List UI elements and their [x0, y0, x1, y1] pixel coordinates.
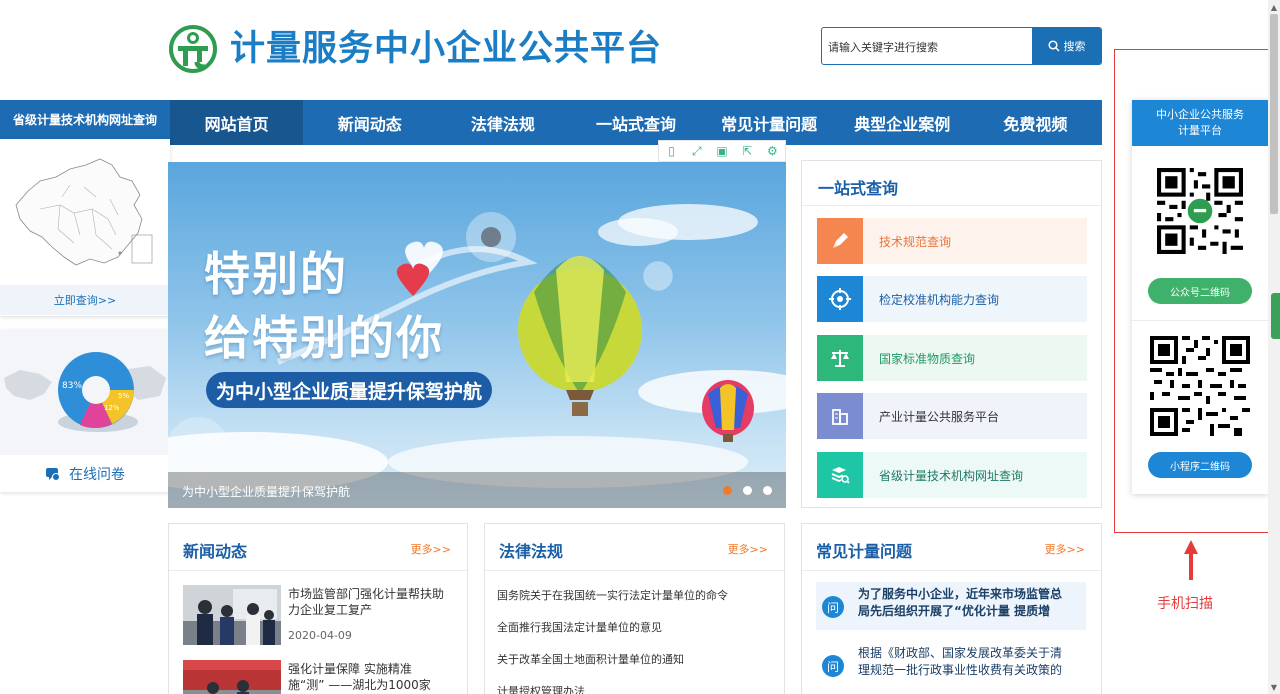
faq-box: 常见计量问题 更多>> 问 为了服务中小企业，近年来市场监管总局先后组织开展了“…: [801, 523, 1102, 694]
query-item-label: 国家标准物质查询: [879, 351, 976, 366]
survey-link-label: 在线问卷: [69, 466, 125, 483]
left-panel-title: 省级计量技术机构网址查询: [0, 100, 170, 139]
survey-link[interactable]: 在线问卷: [0, 455, 170, 492]
share-icon[interactable]: ⇱: [735, 141, 760, 161]
scrollbar-thumb[interactable]: [1270, 14, 1278, 214]
miniprogram-qr-button[interactable]: 小程序二维码: [1148, 452, 1252, 478]
search-icon: [1047, 40, 1060, 52]
main-nav: 网站首页 新闻动态 法律法规 一站式查询 常见计量问题 典型企业案例 免费视频: [170, 100, 1102, 145]
law-item[interactable]: 计量授权管理办法: [497, 683, 585, 694]
news-thumbnail[interactable]: [183, 660, 281, 694]
chat-icon: [46, 467, 60, 481]
query-item-label: 技术规范查询: [879, 234, 952, 249]
news-item-date: 2020-04-09: [288, 629, 352, 642]
qr-title-line2: 计量平台: [1178, 124, 1222, 137]
carousel-dot-3[interactable]: [763, 486, 772, 495]
news-thumbnail[interactable]: [183, 585, 281, 645]
news-box: 新闻动态 更多>> 市场监管部门强化计量帮扶助力企业复工复产 2020-04-0…: [168, 523, 468, 694]
banner-carousel[interactable]: 特别的 给特别的你 为中小型企业质量提升保驾护航 为中小型企业质量提升保驾护航: [168, 162, 786, 508]
miniprogram-qr-code-image: [1150, 336, 1250, 436]
faq-more-link[interactable]: 更多>>: [1045, 541, 1085, 557]
one-stop-query-panel: 一站式查询 技术规范查询 检定校准机构能力查询 国家标准物质查询 产业计量公共服…: [801, 160, 1102, 508]
qr-code-panel: 中小企业公共服务 计量平台 公众号二维码 小程序二维码: [1132, 100, 1268, 494]
side-feedback-tab[interactable]: [1271, 293, 1280, 339]
wechat-qr-button[interactable]: 公众号二维码: [1148, 278, 1252, 304]
news-box-title: 新闻动态: [183, 542, 248, 561]
question-badge-icon: 问: [822, 596, 844, 618]
banner-slogan: 为中小型企业质量提升保驾护航: [206, 372, 492, 408]
query-item-reference-materials[interactable]: 国家标准物质查询: [817, 335, 1087, 381]
search-button-label: 搜索: [1063, 40, 1086, 53]
laws-box: 法律法规 更多>> 国务院关于在我国统一实行法定计量单位的命令 全面推行我国法定…: [484, 523, 785, 694]
search-box: 搜索: [821, 27, 1102, 65]
tablet-icon[interactable]: ▯: [659, 141, 684, 161]
save-icon[interactable]: ▣: [709, 141, 734, 161]
scan-label: 手机扫描: [1157, 596, 1213, 612]
svg-text:83%: 83%: [62, 381, 82, 391]
fullscreen-icon[interactable]: ⤢: [684, 141, 709, 161]
question-badge-icon: 问: [822, 655, 844, 677]
scroll-up-arrow-icon[interactable]: ▲: [1268, 0, 1280, 14]
query-item-calibration[interactable]: 检定校准机构能力查询: [817, 276, 1087, 322]
china-map-image: [15, 158, 153, 266]
one-stop-title: 一站式查询: [818, 179, 899, 198]
news-item-title[interactable]: 市场监管部门强化计量帮扶助力企业复工复产: [288, 586, 448, 618]
query-item-label: 省级计量技术机构网址查询: [879, 468, 1024, 483]
nav-cases[interactable]: 典型企业案例: [836, 100, 969, 145]
banner-toolbar: ▯ ⤢ ▣ ⇱ ⚙: [658, 140, 786, 162]
laws-more-link[interactable]: 更多>>: [728, 541, 768, 557]
law-item[interactable]: 全面推行我国法定计量单位的意见: [497, 619, 662, 635]
carousel-dot-2[interactable]: [743, 486, 752, 495]
nav-laws[interactable]: 法律法规: [436, 100, 569, 145]
scroll-down-arrow-icon[interactable]: ▼: [1268, 680, 1280, 694]
search-button[interactable]: 搜索: [1032, 28, 1101, 64]
nav-one-stop-query[interactable]: 一站式查询: [569, 100, 702, 145]
banner-headline-line1: 特别的: [204, 247, 348, 301]
query-item-label: 检定校准机构能力查询: [879, 292, 1000, 307]
nav-home[interactable]: 网站首页: [170, 100, 304, 145]
arrow-up-icon: [1184, 540, 1198, 580]
database-search-icon: [817, 452, 863, 498]
nav-news[interactable]: 新闻动态: [303, 100, 436, 145]
svg-text:12%: 12%: [104, 404, 120, 412]
banner-caption: 为中小型企业质量提升保驾护航: [182, 485, 351, 499]
faq-box-title: 常见计量问题: [816, 542, 913, 561]
qr-title-line1: 中小企业公共服务: [1156, 108, 1244, 121]
scales-icon: [817, 335, 863, 381]
law-item[interactable]: 关于改革全国土地面积计量单位的通知: [497, 651, 684, 667]
query-item-provincial-sites[interactable]: 省级计量技术机构网址查询: [817, 452, 1087, 498]
faq-item-text: 根据《财政部、国家发展改革委关于清理规范一批行政事业性收费有关政策的: [858, 646, 1063, 677]
pencil-icon: [817, 218, 863, 264]
faq-item[interactable]: 问 根据《财政部、国家发展改革委关于清理规范一批行政事业性收费有关政策的: [816, 641, 1086, 689]
banner-caption-bar: 为中小型企业质量提升保驾护航: [168, 472, 786, 508]
nav-videos[interactable]: 免费视频: [969, 100, 1102, 145]
law-item[interactable]: 国务院关于在我国统一实行法定计量单位的命令: [497, 587, 728, 603]
search-input[interactable]: [828, 36, 1028, 58]
site-logo-icon[interactable]: [168, 24, 218, 74]
map-query-link[interactable]: 立即查询>>: [0, 285, 170, 315]
wechat-qr-code-image: [1157, 168, 1243, 254]
carousel-dot-1[interactable]: [723, 486, 732, 495]
faq-item-text: 为了服务中小企业，近年来市场监管总局先后组织开展了“优化计量 提质增: [858, 587, 1063, 618]
faq-item[interactable]: 问 为了服务中小企业，近年来市场监管总局先后组织开展了“优化计量 提质增: [816, 582, 1086, 630]
settings-icon[interactable]: ⚙: [760, 141, 785, 161]
news-more-link[interactable]: 更多>>: [411, 541, 451, 557]
qr-panel-title: 中小企业公共服务 计量平台: [1132, 100, 1268, 146]
banner-headline-line2: 给特别的你: [204, 311, 444, 365]
laws-box-title: 法律法规: [499, 542, 564, 561]
survey-infographic-image: 83% 5% 12%: [0, 330, 170, 455]
target-icon: [817, 276, 863, 322]
news-item-title[interactable]: 强化计量保障 实施精准施“测” ——湖北为1000家: [288, 661, 448, 693]
nav-faq[interactable]: 常见计量问题: [703, 100, 836, 145]
building-icon: [817, 393, 863, 439]
query-item-industry-platform[interactable]: 产业计量公共服务平台: [817, 393, 1087, 439]
query-item-label: 产业计量公共服务平台: [879, 409, 1000, 424]
site-title: 计量服务中小企业公共平台: [230, 29, 663, 69]
query-item-tech-spec[interactable]: 技术规范查询: [817, 218, 1087, 264]
svg-text:5%: 5%: [118, 392, 129, 400]
